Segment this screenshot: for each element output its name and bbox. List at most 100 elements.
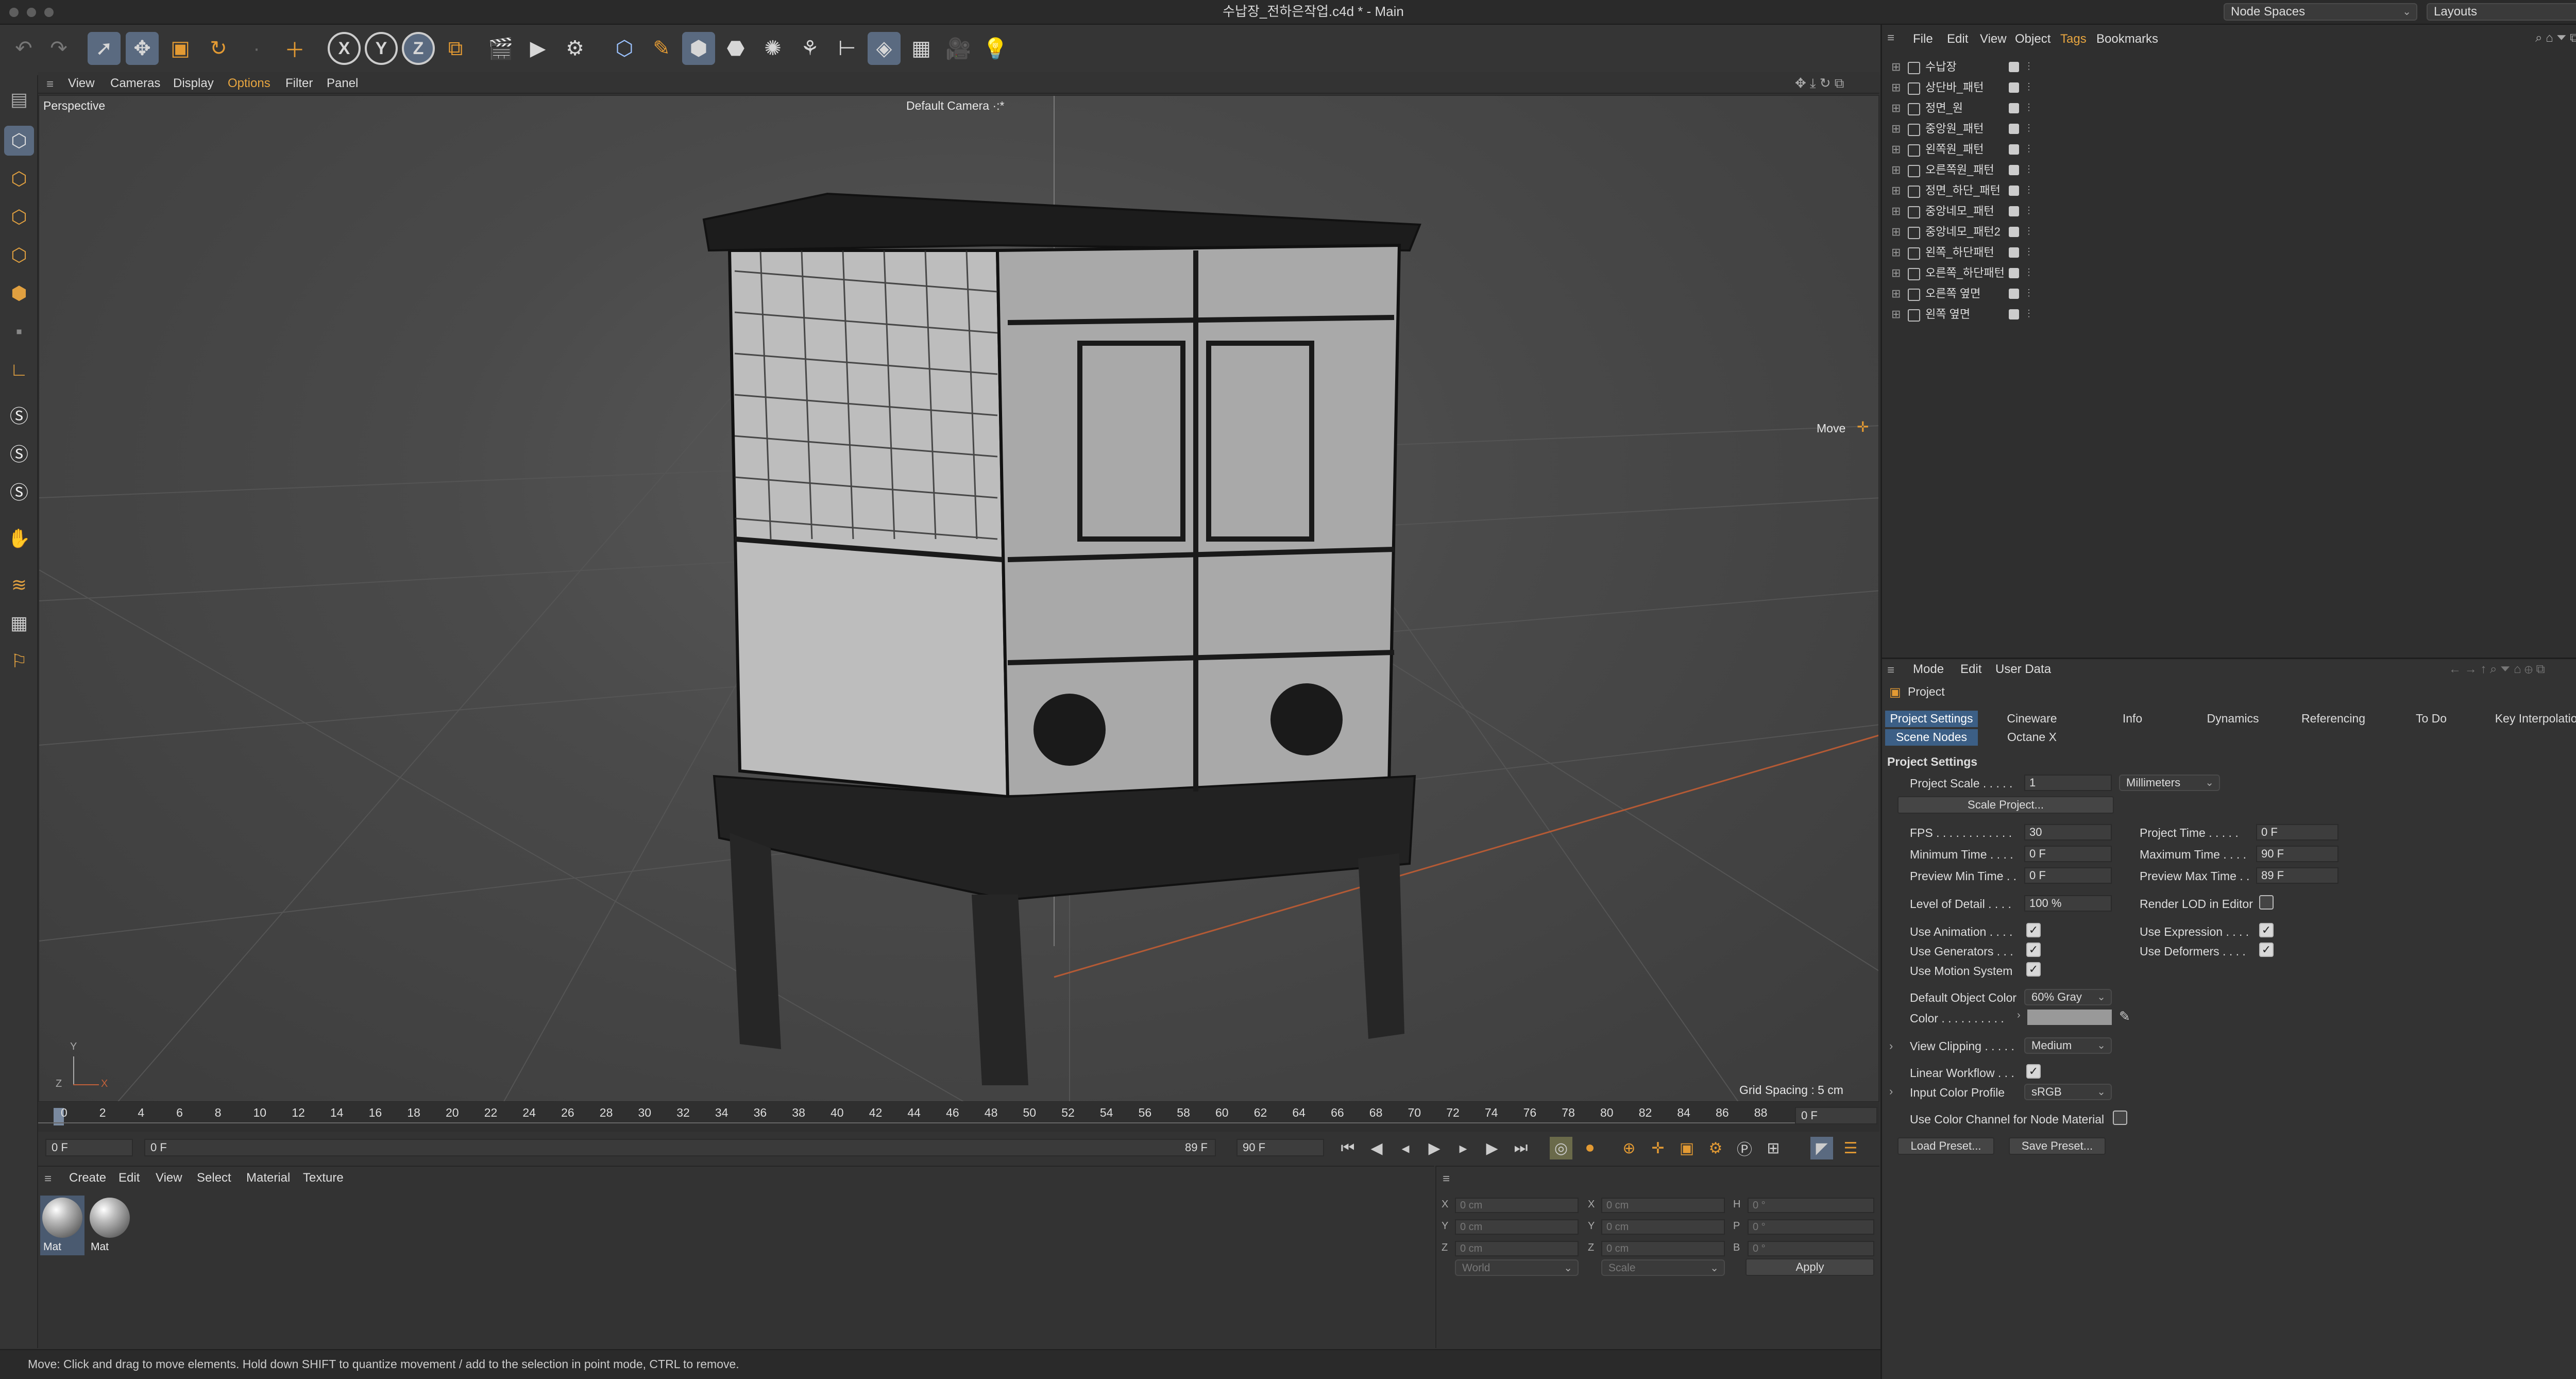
layer-checkbox[interactable] [2009, 227, 2019, 237]
position-field[interactable]: 0 cm [1455, 1198, 1579, 1213]
attr-menu-edit[interactable]: Edit [1960, 662, 1981, 677]
tab-cineware[interactable]: Cineware [1983, 711, 2081, 727]
object-row[interactable]: ⊞ 정면_원 ⋮ [1887, 98, 2576, 119]
visibility-dots-icon[interactable]: ⋮ [2024, 117, 2033, 138]
timeline-layout-icon[interactable]: ◤ [1810, 1137, 1833, 1159]
object-row[interactable]: ⊞ 상단바_패턴 ⋮ [1887, 77, 2576, 98]
play-icon[interactable]: ▶ [1423, 1137, 1446, 1159]
quantize-icon[interactable]: Ⓢ [4, 476, 34, 506]
expand-toggle-icon[interactable]: ⊞ [1891, 283, 1901, 304]
object-row[interactable]: ⊞ 중앙원_패턴 ⋮ [1887, 119, 2576, 139]
layer-checkbox[interactable] [2009, 124, 2019, 134]
start-frame-field[interactable]: 0 F [45, 1139, 133, 1156]
current-frame-field[interactable]: 0 F [1795, 1107, 1877, 1124]
tab-dynamics[interactable]: Dynamics [2184, 711, 2282, 727]
visibility-dots-icon[interactable]: ⋮ [2024, 262, 2033, 282]
expand-arrow-icon[interactable]: › [1889, 1039, 1893, 1053]
material-panel-menu-icon[interactable]: ≡ [44, 1172, 52, 1186]
next-frame-icon[interactable]: ▸ [1452, 1137, 1475, 1159]
object-manager-toolbar-icons[interactable]: ⌕ ⌂ ⏷ ⧉ [2535, 31, 2576, 45]
project-units-dropdown[interactable]: Millimeters ⌄ [2119, 775, 2220, 791]
object-menu-bookmarks[interactable]: Bookmarks [2096, 32, 2158, 46]
position-field[interactable]: 0 cm [1455, 1219, 1579, 1235]
render-lod-checkbox[interactable] [2259, 895, 2274, 910]
min-time-field[interactable]: 0 F [2024, 846, 2112, 862]
dimension-icon[interactable]: ⊢ [831, 32, 863, 65]
key-pla-icon[interactable]: Ⓟ [1733, 1137, 1756, 1159]
lod-field[interactable]: 100 % [2024, 895, 2112, 912]
save-preset-button[interactable]: Save Preset... [2009, 1137, 2106, 1155]
apply-button[interactable]: Apply [1745, 1258, 1874, 1276]
render-view-icon[interactable]: 🎬 [484, 32, 517, 65]
tab-octane-x[interactable]: Octane X [1983, 729, 2081, 746]
tab-referencing[interactable]: Referencing [2282, 711, 2385, 727]
expand-toggle-icon[interactable]: ⊞ [1891, 304, 1901, 325]
object-menu-object[interactable]: Object [2015, 32, 2050, 46]
layer-checkbox[interactable] [2009, 309, 2019, 319]
visibility-dots-icon[interactable]: ⋮ [2024, 56, 2033, 76]
max-time-field[interactable]: 90 F [2256, 846, 2338, 862]
visibility-dots-icon[interactable]: ⋮ [2024, 200, 2033, 221]
material-menu-view[interactable]: View [156, 1171, 182, 1185]
expand-toggle-icon[interactable]: ⊞ [1891, 160, 1901, 180]
use-expression-checkbox[interactable]: ✓ [2259, 923, 2274, 937]
key-scale-icon[interactable]: ▣ [1675, 1137, 1698, 1159]
visibility-dots-icon[interactable]: ⋮ [2024, 138, 2033, 159]
object-row[interactable]: ⊞ 왼쪽_하단패턴 ⋮ [1887, 242, 2576, 263]
axis-mode-icon[interactable]: ∟ [4, 355, 34, 384]
linear-workflow-checkbox[interactable]: ✓ [2026, 1064, 2041, 1079]
object-row[interactable]: ⊞ 왼쪽원_패턴 ⋮ [1887, 139, 2576, 160]
redo-icon[interactable]: ↷ [42, 32, 75, 65]
material-menu-create[interactable]: Create [69, 1171, 106, 1185]
object-menu-file[interactable]: File [1913, 32, 1933, 46]
expand-toggle-icon[interactable]: ⊞ [1891, 77, 1901, 98]
visibility-dots-icon[interactable]: ⋮ [2024, 97, 2033, 117]
camera-icon[interactable]: 🎥 [942, 32, 975, 65]
input-profile-dropdown[interactable]: sRGB ⌄ [2024, 1084, 2112, 1100]
autokey-icon[interactable]: ⏺ [1579, 1137, 1601, 1159]
use-motion-checkbox[interactable]: ✓ [2026, 962, 2041, 977]
add-tool-icon[interactable]: ＋ [278, 32, 311, 65]
visibility-dots-icon[interactable]: ⋮ [2024, 282, 2033, 303]
expand-arrow-icon[interactable]: › [1889, 1085, 1893, 1098]
layer-checkbox[interactable] [2009, 62, 2019, 72]
project-scale-field[interactable]: 1 [2024, 775, 2112, 791]
tab-todo[interactable]: To Do [2385, 711, 2478, 727]
go-to-start-icon[interactable]: ⏮ [1336, 1137, 1359, 1159]
go-to-end-icon[interactable]: ⏭ [1510, 1137, 1532, 1159]
layer-checkbox[interactable] [2009, 289, 2019, 299]
preview-min-field[interactable]: 0 F [2024, 867, 2112, 884]
previous-frame-icon[interactable]: ◂ [1394, 1137, 1417, 1159]
edge-mode-icon[interactable]: ⬡ [4, 240, 34, 270]
object-row[interactable]: ⊞ 중앙네모_패턴 ⋮ [1887, 201, 2576, 222]
expand-toggle-icon[interactable]: ⊞ [1891, 180, 1901, 201]
layer-checkbox[interactable] [2009, 165, 2019, 175]
polygon-mode-icon[interactable]: ⬢ [4, 278, 34, 308]
timeline-ruler[interactable]: 0 2 4 6 8 10 12 14 16 18 20 22 24 26 28 30 32 34 36 38 40 42 4… [38, 1103, 1879, 1132]
deformer-icon[interactable]: ⬣ [719, 32, 752, 65]
point-mode-icon[interactable]: ⬡ [4, 202, 34, 232]
snap-settings-icon[interactable]: Ⓢ [4, 438, 34, 468]
panel-menu-icon[interactable]: ≡ [46, 77, 54, 92]
visibility-dots-icon[interactable]: ⋮ [2024, 76, 2033, 97]
expand-toggle-icon[interactable]: ⊞ [1891, 98, 1901, 119]
layer-checkbox[interactable] [2009, 103, 2019, 113]
viewport-menu-panel[interactable]: Panel [327, 76, 358, 91]
expand-toggle-icon[interactable]: ⊞ [1891, 57, 1901, 77]
visibility-dots-icon[interactable]: ⋮ [2024, 221, 2033, 241]
layer-checkbox[interactable] [2009, 186, 2019, 196]
end-frame-field[interactable]: 90 F [1236, 1139, 1324, 1156]
attr-menu-userdata[interactable]: User Data [1995, 662, 2051, 677]
material-menu-texture[interactable]: Texture [303, 1171, 344, 1185]
default-color-dropdown[interactable]: 60% Gray ⌄ [2024, 989, 2112, 1005]
solo-icon[interactable]: ⚐ [4, 646, 34, 676]
object-row[interactable]: ⊞ 중앙네모_패턴2 ⋮ [1887, 222, 2576, 242]
viewport-nav-icons[interactable]: ✥ ⤓ ↻ ⧉ [1795, 75, 1844, 92]
render-settings-icon[interactable]: ⚙ [558, 32, 591, 65]
x-axis-lock-icon[interactable]: X [328, 32, 361, 65]
use-animation-checkbox[interactable]: ✓ [2026, 923, 2041, 937]
tweak-icon[interactable]: ✋ [4, 524, 34, 553]
expand-toggle-icon[interactable]: ⊞ [1891, 201, 1901, 222]
material-menu-edit[interactable]: Edit [118, 1171, 140, 1185]
size-field[interactable]: 0 cm [1601, 1219, 1725, 1235]
